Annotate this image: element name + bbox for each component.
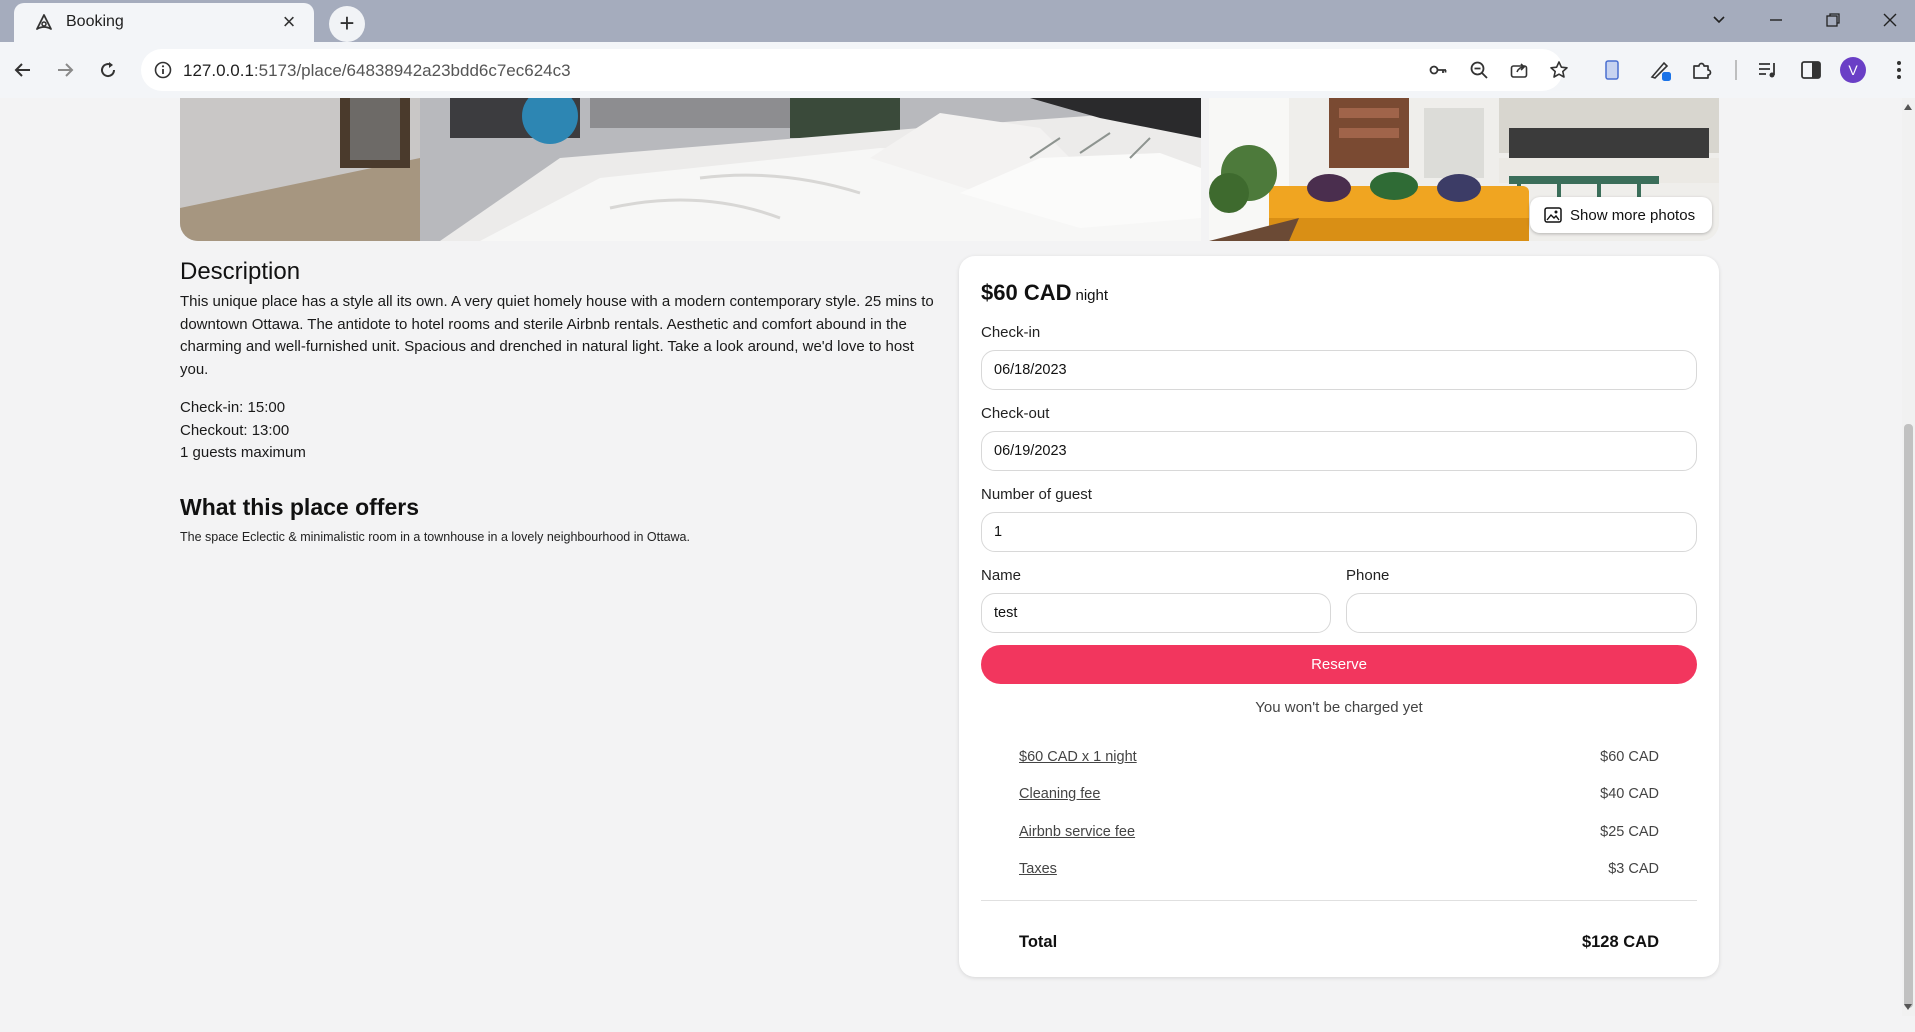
scroll-up-arrow-icon[interactable] xyxy=(1904,104,1912,110)
bookmark-star-icon[interactable] xyxy=(1548,59,1570,81)
new-tab-button[interactable]: + xyxy=(329,6,365,42)
guests-label: Number of guest xyxy=(981,486,1092,503)
fee-label[interactable]: Taxes xyxy=(1019,861,1057,877)
minimize-button[interactable] xyxy=(1761,6,1791,36)
phone-field[interactable] xyxy=(1346,593,1697,633)
back-arrow-icon xyxy=(14,63,30,77)
browser-tab-strip: Booking × + xyxy=(0,0,1915,43)
fee-label[interactable]: Airbnb service fee xyxy=(1019,824,1135,840)
fee-label[interactable]: Cleaning fee xyxy=(1019,786,1100,802)
airbnb-logo-icon xyxy=(36,14,52,30)
check-in-field[interactable]: 06/18/2023 xyxy=(981,350,1697,390)
extensions-puzzle-icon[interactable] xyxy=(1688,56,1716,84)
scroll-thumb[interactable] xyxy=(1904,424,1913,1008)
restore-button[interactable] xyxy=(1818,6,1848,36)
total-value: $128 CAD xyxy=(1581,933,1659,951)
media-control-icon[interactable] xyxy=(1754,56,1782,84)
edit-extension-icon[interactable] xyxy=(1647,56,1675,84)
tab-close-icon[interactable]: × xyxy=(278,11,300,34)
phone-label: Phone xyxy=(1346,567,1390,584)
site-info-icon[interactable] xyxy=(153,60,173,80)
side-panel-icon[interactable] xyxy=(1797,56,1825,84)
price-unit: night xyxy=(1075,287,1109,304)
show-more-photos-label: Show more photos xyxy=(1570,206,1696,224)
check-out-field[interactable]: 06/19/2023 xyxy=(981,431,1697,471)
zoom-out-icon[interactable] xyxy=(1468,59,1490,81)
browser-tab[interactable]: Booking × xyxy=(14,3,314,43)
url-text[interactable]: 127.0.0.1:5173/place/64838942a23bdd6c7ec… xyxy=(183,61,571,81)
booking-card: $60 CAD night Check-in 06/18/2023 Check-o… xyxy=(959,256,1719,977)
profile-avatar[interactable]: V xyxy=(1840,57,1866,83)
back-button[interactable] xyxy=(7,54,39,86)
divider-icon xyxy=(1722,56,1750,84)
max-guests: 1 guests maximum xyxy=(180,444,306,461)
checkout-time: Checkout: 13:00 xyxy=(180,421,290,439)
total-row: Total $128 CAD xyxy=(1019,933,1659,957)
name-label: Name xyxy=(981,567,1022,584)
forward-arrow-icon xyxy=(58,63,74,77)
tab-search-chevron-icon[interactable] xyxy=(1704,6,1734,36)
browser-menu-icon[interactable] xyxy=(1885,56,1913,84)
fee-label[interactable]: $60 CAD x 1 night xyxy=(1019,749,1137,765)
offers-text: The space Eclectic & minimalistic room i… xyxy=(180,530,690,544)
reload-button[interactable] xyxy=(92,54,124,86)
fee-value: $60 CAD xyxy=(1600,749,1659,765)
fee-row-nights: $60 CAD x 1 night $60 CAD xyxy=(1019,749,1659,771)
browser-toolbar: 127.0.0.1:5173/place/64838942a23bdd6c7ec… xyxy=(0,42,1915,98)
show-more-photos-button[interactable]: Show more photos xyxy=(1530,197,1712,233)
check-in-label: Check-in xyxy=(981,324,1041,341)
fee-row-taxes: Taxes $3 CAD xyxy=(1019,861,1659,883)
tab-title: Booking xyxy=(66,13,124,30)
check-in-time: Check-in: 15:00 xyxy=(180,399,286,416)
reserve-button[interactable]: Reserve xyxy=(981,645,1697,684)
check-out-label: Check-out xyxy=(981,405,1050,422)
scroll-down-arrow-icon[interactable] xyxy=(1904,1004,1912,1010)
fee-row-service: Airbnb service fee $25 CAD xyxy=(1019,824,1659,846)
name-field[interactable]: test xyxy=(981,593,1331,633)
page-viewport: Show more photos Description This unique… xyxy=(0,98,1902,1016)
guests-field[interactable]: 1 xyxy=(981,512,1697,552)
reload-icon xyxy=(101,62,116,78)
total-divider xyxy=(981,900,1697,901)
fee-row-cleaning: Cleaning fee $40 CAD xyxy=(1019,786,1659,808)
fee-value: $3 CAD xyxy=(1608,861,1659,877)
description-text: This unique place has a style all its ow… xyxy=(180,293,934,378)
google-lens-icon[interactable] xyxy=(1598,56,1626,84)
image-icon xyxy=(1544,207,1562,223)
close-window-button[interactable] xyxy=(1875,6,1905,36)
fee-value: $25 CAD xyxy=(1600,824,1659,840)
description-heading: Description xyxy=(180,258,301,285)
page-scrollbar[interactable] xyxy=(1902,98,1915,1016)
main-photo[interactable] xyxy=(180,98,1201,241)
share-icon[interactable] xyxy=(1508,59,1530,81)
password-key-icon[interactable] xyxy=(1427,59,1449,81)
address-bar[interactable]: 127.0.0.1:5173/place/64838942a23bdd6c7ec… xyxy=(141,49,1568,91)
stay-facts: Check-in: 15:00 Checkout: 13:00 1 guests… xyxy=(180,397,306,465)
forward-button[interactable] xyxy=(49,54,81,86)
offers-heading: What this place offers xyxy=(180,494,419,520)
total-label: Total xyxy=(1019,933,1058,951)
fee-value: $40 CAD xyxy=(1600,786,1659,802)
not-charged-note: You won't be charged yet xyxy=(1255,699,1423,716)
nightly-price: $60 CAD night xyxy=(981,280,1109,305)
